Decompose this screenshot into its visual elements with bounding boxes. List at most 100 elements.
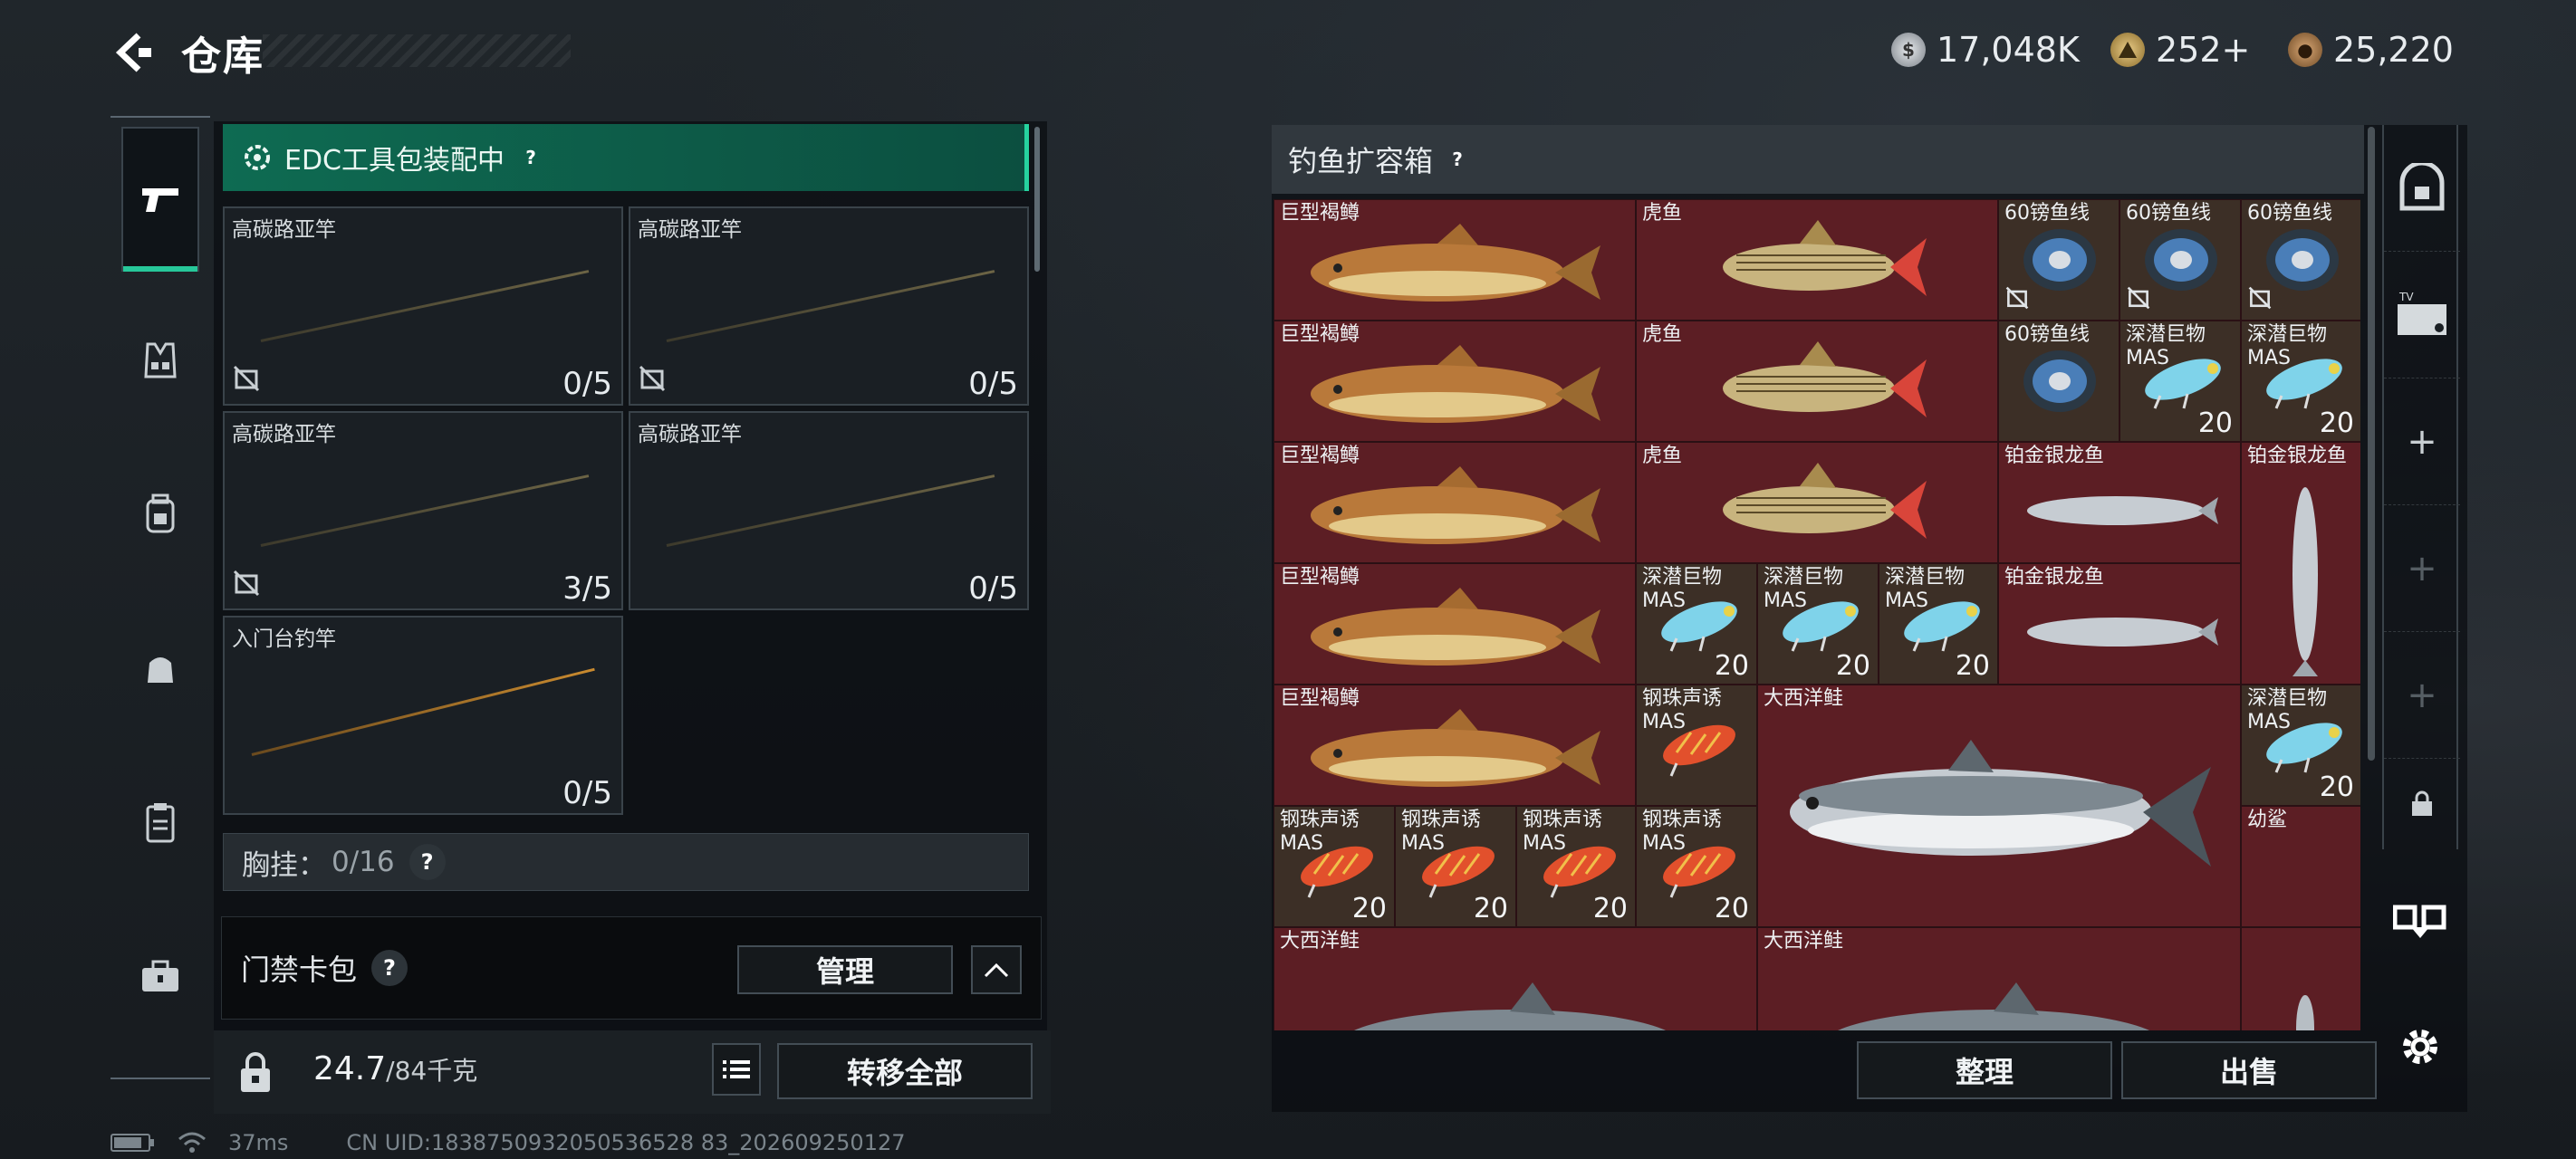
item-fishing-line[interactable]: 60镑鱼线 xyxy=(1998,321,2119,442)
item-fishing-line[interactable]: 60镑鱼线 xyxy=(2241,199,2360,321)
item-label: 虎鱼 xyxy=(1642,202,1683,225)
back-button[interactable] xyxy=(107,25,161,80)
currency-gold: 252+ xyxy=(2110,27,2250,72)
storage-grid: 巨型褐鳟 虎鱼 60镑鱼线 60镑鱼线 60镑鱼线 巨型褐鳟 虎鱼 60镑鱼线 … xyxy=(1274,199,2360,1030)
item-trout[interactable]: 巨型褐鳟 xyxy=(1274,563,1636,685)
orange-lure-image xyxy=(1301,846,1373,898)
sell-button[interactable]: 出售 xyxy=(2121,1041,2377,1099)
tab-backpack[interactable] xyxy=(121,442,199,587)
item-tiger-fish[interactable]: 虎鱼 xyxy=(1636,199,1998,321)
rod-slot-name: 高碳路亚竿 xyxy=(232,218,336,242)
item-label: 铂金银龙鱼 xyxy=(2004,445,2105,467)
chest-rig-value: 0/16 xyxy=(332,846,395,878)
tab-toolbox[interactable] xyxy=(121,904,199,1049)
help-icon[interactable]: ? xyxy=(371,950,409,986)
orange-lure-image xyxy=(1663,724,1735,777)
tab-clipboard[interactable] xyxy=(121,750,199,895)
item-trout[interactable]: 巨型褐鳟 xyxy=(1274,199,1636,321)
item-count: 20 xyxy=(1714,650,1749,682)
rail-add-3[interactable]: + xyxy=(2384,632,2460,759)
help-icon[interactable]: ? xyxy=(1444,146,1471,173)
tab-bag[interactable] xyxy=(121,596,199,741)
tiger-fish-image xyxy=(1723,463,1927,539)
blue-lure-image xyxy=(1904,601,1980,652)
item-young-shark[interactable]: 幼鲨 xyxy=(2241,806,2360,927)
item-trout[interactable]: 巨型褐鳟 xyxy=(1274,321,1636,442)
rod-slot-5[interactable]: 入门台钓竿 0/5 xyxy=(223,616,623,815)
item-tiger-fish[interactable]: 虎鱼 xyxy=(1636,442,1998,563)
rail-safe[interactable] xyxy=(2384,125,2460,252)
category-tabs xyxy=(111,116,210,1085)
item-fishing-line[interactable]: 60镑鱼线 xyxy=(2119,199,2241,321)
item-atlantic-salmon[interactable]: 大西洋鲑 xyxy=(1757,927,2241,1030)
item-arowana-vertical[interactable]: 铂金银龙鱼 xyxy=(2241,442,2360,685)
rod-image xyxy=(666,270,995,342)
item-arowana[interactable]: 铂金银龙鱼 xyxy=(1998,442,2241,563)
rod-slot-3[interactable]: 高碳路亚竿 3/5 xyxy=(223,411,623,610)
shark-image xyxy=(2296,995,2314,1030)
ping-value: 37ms xyxy=(228,1130,289,1155)
item-steel-lure[interactable]: 钢珠声诱 MAS 20 xyxy=(1636,806,1757,927)
currency-bronze: ● 25,220 xyxy=(2288,27,2454,72)
svg-text:TV: TV xyxy=(2398,291,2414,303)
sort-button[interactable]: 整理 xyxy=(1857,1041,2112,1099)
safe-icon xyxy=(2399,162,2445,210)
item-deep-lure[interactable]: 深潜巨物 MAS 20 xyxy=(2241,685,2360,806)
rail-add-1[interactable]: + xyxy=(2384,378,2460,505)
item-count: 20 xyxy=(2319,771,2354,803)
edc-status-bar[interactable]: EDC工具包装配中 ? xyxy=(223,124,1029,191)
item-trout[interactable]: 巨型褐鳟 xyxy=(1274,685,1636,806)
rail-tv[interactable]: TV xyxy=(2384,252,2460,378)
rail-locked[interactable] xyxy=(2384,759,2460,849)
help-icon[interactable]: ? xyxy=(409,844,446,880)
item-label: 大西洋鲑 xyxy=(1764,930,1844,953)
help-icon[interactable]: ? xyxy=(517,144,544,171)
blue-lure-image xyxy=(2266,359,2342,409)
item-trout[interactable]: 巨型褐鳟 xyxy=(1274,442,1636,563)
item-deep-lure[interactable]: 深潜巨物 MAS 20 xyxy=(2241,321,2360,442)
item-steel-lure[interactable]: 钢珠声诱 MAS 20 xyxy=(1395,806,1516,927)
rod-slot-2[interactable]: 高碳路亚竿 0/5 xyxy=(629,206,1029,406)
item-tiger-fish[interactable]: 虎鱼 xyxy=(1636,321,1998,442)
blue-lure-image xyxy=(2266,723,2342,773)
rail-add-2[interactable]: + xyxy=(2384,505,2460,632)
item-label: 60镑鱼线 xyxy=(2004,202,2090,225)
chest-rig-row[interactable]: 胸挂： 0/16 ? xyxy=(223,833,1029,891)
tab-weapons[interactable] xyxy=(121,127,199,272)
trout-image xyxy=(1311,345,1600,423)
item-steel-lure[interactable]: 钢珠声诱 MAS 20 xyxy=(1274,806,1395,927)
item-label: 幼鲨 xyxy=(2247,809,2288,831)
item-label: 60镑鱼线 xyxy=(2126,202,2211,225)
item-atlantic-salmon[interactable]: 大西洋鲑 xyxy=(1274,927,1757,1030)
item-deep-lure[interactable]: 深潜巨物 MAS 20 xyxy=(2119,321,2241,442)
item-deep-lure[interactable]: 深潜巨物 MAS 20 xyxy=(1879,563,1998,685)
item-young-shark-tail[interactable] xyxy=(2241,927,2360,1030)
arowana-image xyxy=(2292,487,2318,676)
rod-slot-1[interactable]: 高碳路亚竿 0/5 xyxy=(223,206,623,406)
tv-case-icon: TV xyxy=(2398,291,2446,335)
rod-slot-4[interactable]: 高碳路亚竿 0/5 xyxy=(629,411,1029,610)
group-button[interactable] xyxy=(2391,893,2449,947)
item-deep-lure[interactable]: 深潜巨物 MAS 20 xyxy=(1636,563,1757,685)
item-count: 20 xyxy=(1955,650,1990,682)
item-steel-lure[interactable]: 钢珠声诱 MAS xyxy=(1636,685,1757,806)
gold-triangle-icon xyxy=(2110,33,2145,67)
right-scrollbar[interactable] xyxy=(2368,127,2375,761)
manage-button[interactable]: 管理 xyxy=(737,945,953,994)
left-scrollbar[interactable] xyxy=(1034,127,1040,272)
item-label: 60镑鱼线 xyxy=(2247,202,2332,225)
collapse-button[interactable] xyxy=(971,945,1022,994)
rod-image xyxy=(251,667,595,756)
transfer-all-button[interactable]: 转移全部 xyxy=(777,1043,1033,1099)
settings-button[interactable] xyxy=(2395,1021,2446,1072)
item-arowana[interactable]: 铂金银龙鱼 xyxy=(1998,563,2241,685)
orange-lure-image xyxy=(1422,846,1495,898)
item-fishing-line[interactable]: 60镑鱼线 xyxy=(1998,199,2119,321)
item-deep-lure[interactable]: 深潜巨物 MAS 20 xyxy=(1757,563,1879,685)
list-view-button[interactable] xyxy=(712,1043,761,1096)
weight-readout: 24.7/84千克 xyxy=(313,1050,477,1087)
item-atlantic-salmon-large[interactable]: 大西洋鲑 xyxy=(1757,685,2241,927)
trout-image xyxy=(1311,224,1600,302)
tab-armor[interactable] xyxy=(121,288,199,433)
item-steel-lure[interactable]: 钢珠声诱 MAS 20 xyxy=(1516,806,1636,927)
